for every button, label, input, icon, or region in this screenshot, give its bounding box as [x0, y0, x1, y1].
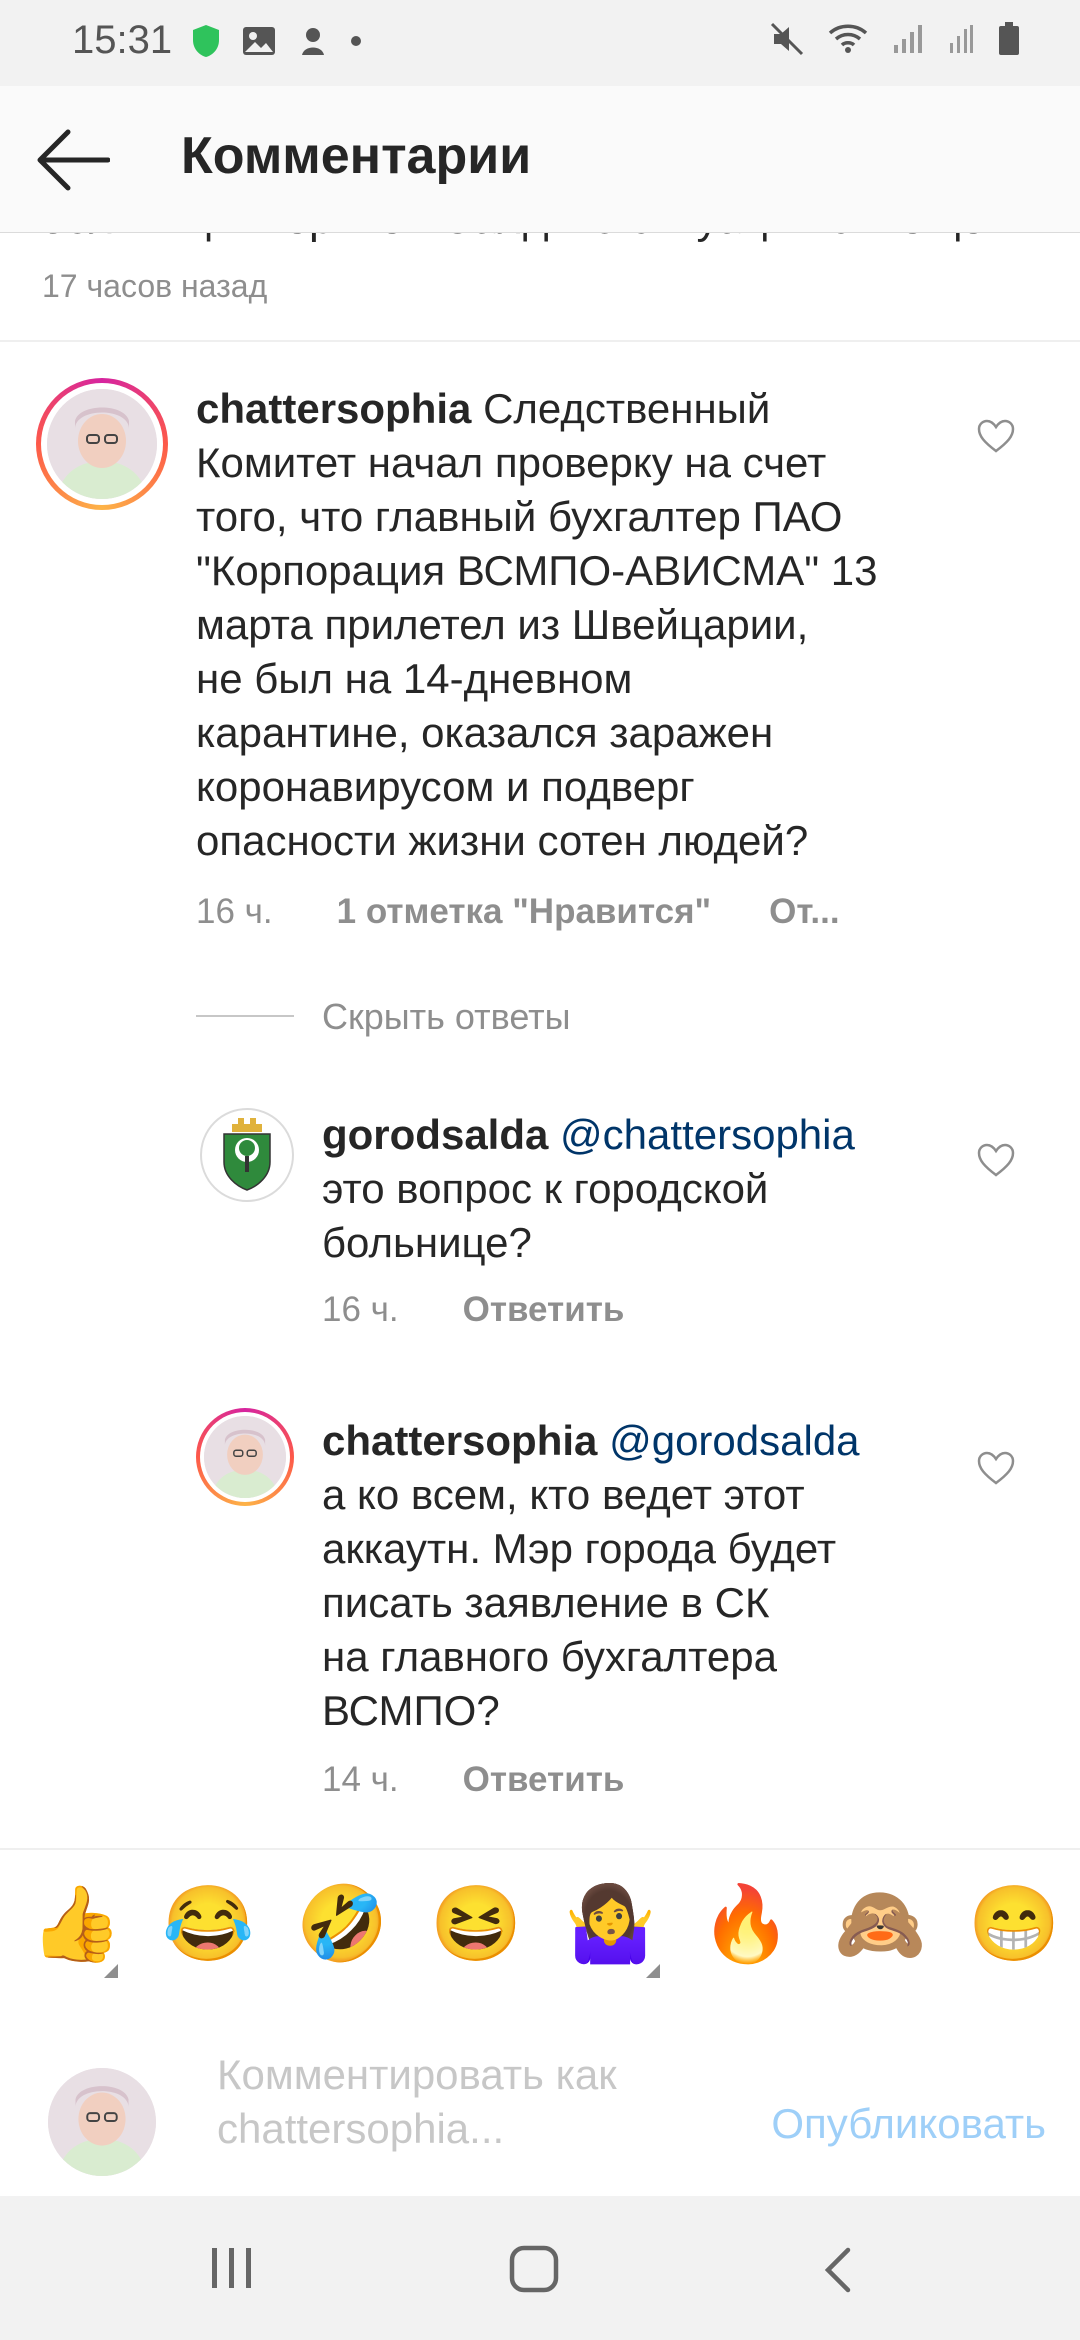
gallery-icon [243, 27, 275, 55]
like-heart-icon[interactable] [976, 1450, 1016, 1486]
reply-meta: 16 ч. Ответить [322, 1290, 624, 1330]
shield-icon [193, 25, 219, 57]
reply-line: на главного бухгалтера [322, 1633, 778, 1680]
emoji-rofl[interactable]: 🤣 [296, 1874, 388, 1974]
reply-time: 14 ч. [322, 1760, 399, 1799]
status-icons-right [770, 22, 1020, 56]
comment-input[interactable]: Комментировать как chattersophia... [217, 2048, 717, 2156]
comment-input-placeholder: chattersophia... [217, 2105, 505, 2152]
composer-avatar [48, 2068, 156, 2176]
emoji-squint-laugh[interactable]: 😆 [430, 1874, 522, 1974]
comment-line: марта прилетел из Швейцарии, [196, 601, 809, 648]
comment-line: коронавирусом и подверг [196, 763, 695, 810]
reply-button[interactable]: Ответить [463, 1290, 625, 1330]
signal-icon-2 [950, 25, 973, 53]
status-icons-left [192, 24, 362, 58]
home-icon[interactable] [508, 2244, 560, 2294]
publish-button[interactable]: Опубликовать [771, 2100, 1046, 2148]
reply-avatar[interactable] [196, 1408, 294, 1506]
mute-icon [770, 22, 804, 56]
app-bar: Комментарии [0, 86, 1080, 233]
reply-meta: 14 ч. Ответить [322, 1760, 624, 1800]
emoji-thumbs-up[interactable]: 👍 [30, 1874, 122, 1974]
comment-line: опасности жизни сотен людей? [196, 817, 809, 864]
previous-comment-text: больницы Верхней Салды о ситуации с... е… [40, 232, 985, 244]
reply-line: это вопрос к городской [322, 1165, 769, 1212]
comment-time: 16 ч. [196, 892, 273, 931]
reply-button[interactable]: От... [769, 892, 839, 932]
user-photo-icon [47, 389, 157, 499]
page-title: Комментарии [181, 127, 532, 185]
emoji-bar: 👍 😂 🤣 😆 🤷‍♀️ 🔥 🙈 😁 [0, 1848, 1080, 2000]
reply-line: ВСМПО? [322, 1687, 500, 1734]
comment-username[interactable]: chattersophia [196, 385, 471, 432]
comment-line: карантине, оказался заражен [196, 709, 774, 756]
emoji-see-no-evil[interactable]: 🙈 [834, 1874, 926, 1974]
reply-text: gorodsalda @chattersophia это вопрос к г… [322, 1108, 982, 1270]
reply-username[interactable]: gorodsalda [322, 1111, 548, 1158]
reply-time: 16 ч. [322, 1290, 399, 1329]
system-nav-bar [0, 2196, 1080, 2340]
like-heart-icon[interactable] [976, 418, 1016, 454]
reply-line: аккаутн. Мэр города будет [322, 1525, 837, 1572]
notification-icon [302, 28, 324, 55]
status-bar: 15:31 [0, 0, 1080, 86]
emoji-fire[interactable]: 🔥 [700, 1874, 792, 1974]
comments-list[interactable]: больницы Верхней Салды о ситуации с... е… [0, 232, 1080, 1848]
wifi-icon [828, 24, 868, 53]
comment-line: не был на 14-дневном [196, 655, 633, 702]
reply-line: а ко всем, кто ведет этот [322, 1471, 805, 1518]
back-arrow-icon[interactable] [34, 128, 110, 192]
divider [0, 340, 1080, 342]
user-photo-icon [204, 1416, 286, 1498]
comment-line: Следственный [483, 385, 771, 432]
signal-icon [894, 25, 922, 53]
battery-icon [999, 22, 1019, 55]
previous-comment-time: 17 часов назад [42, 268, 268, 304]
city-emblem-icon [223, 1118, 271, 1191]
emoji-variant-indicator [104, 1964, 118, 1978]
comment-line: "Корпорация ВСМПО-АВИСМА" 13 [196, 547, 878, 594]
reply-avatar[interactable] [200, 1108, 294, 1202]
comment-line: того, что главный бухгалтер ПАО [196, 493, 843, 540]
reply-line: больнице? [322, 1219, 532, 1266]
reply-username[interactable]: chattersophia [322, 1417, 597, 1464]
reply-line: писать заявление в СК [322, 1579, 770, 1626]
recents-icon[interactable] [208, 2246, 256, 2290]
comment-input-placeholder: Комментировать как [217, 2051, 617, 2098]
emoji-variant-indicator [646, 1964, 660, 1978]
dot-icon [351, 36, 361, 46]
comment-line: Комитет начал проверку на счет [196, 439, 827, 486]
mention-link[interactable]: @gorodsalda [609, 1417, 859, 1464]
reply-button[interactable]: Ответить [463, 1760, 625, 1800]
comment-composer: Комментировать как chattersophia... Опуб… [0, 1998, 1080, 2196]
hide-replies-line [196, 1015, 294, 1017]
back-icon[interactable] [820, 2246, 856, 2294]
likes-count[interactable]: 1 отметка "Нравится" [337, 892, 712, 932]
emoji-shrug[interactable]: 🤷‍♀️ [564, 1874, 656, 1974]
emoji-grin[interactable]: 😁 [968, 1874, 1060, 1974]
avatar[interactable] [36, 378, 168, 510]
like-heart-icon[interactable] [976, 1142, 1016, 1178]
status-time: 15:31 [72, 18, 173, 62]
comment-text: chattersophia Следственный Комитет начал… [196, 382, 976, 868]
comment-meta: 16 ч. 1 отметка "Нравится" От... [196, 892, 840, 932]
emoji-tears-of-joy[interactable]: 😂 [162, 1874, 254, 1974]
mention-link[interactable]: @chattersophia [560, 1111, 855, 1158]
user-photo-icon [48, 2068, 156, 2176]
hide-replies-button[interactable]: Скрыть ответы [322, 996, 571, 1038]
reply-text: chattersophia @gorodsalda а ко всем, кто… [322, 1414, 982, 1738]
